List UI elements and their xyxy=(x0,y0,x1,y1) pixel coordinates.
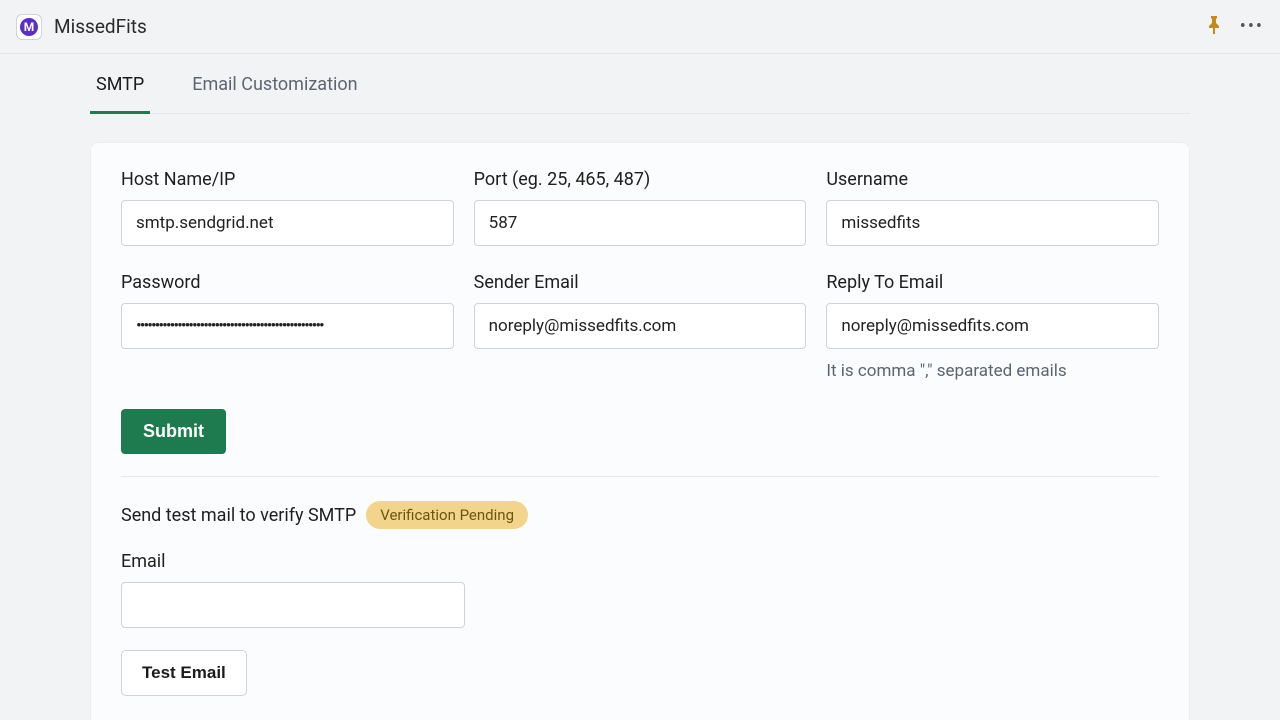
submit-row: Submit xyxy=(121,409,1159,454)
field-test-email: Email xyxy=(121,551,465,628)
input-sender-email[interactable] xyxy=(474,303,807,349)
label-username: Username xyxy=(826,169,1159,190)
input-password[interactable] xyxy=(121,303,454,349)
field-port: Port (eg. 25, 465, 487) xyxy=(474,169,807,246)
helper-reply-to: It is comma "," separated emails xyxy=(826,361,1159,381)
app-logo: M xyxy=(16,14,42,40)
tabs: SMTP Email Customization xyxy=(90,54,1190,114)
input-test-email[interactable] xyxy=(121,582,465,628)
tab-email-customization[interactable]: Email Customization xyxy=(186,60,363,114)
verify-row: Send test mail to verify SMTP Verificati… xyxy=(121,501,1159,529)
label-reply-to: Reply To Email xyxy=(826,272,1159,293)
page: SMTP Email Customization Host Name/IP Po… xyxy=(0,54,1280,720)
smtp-form: Host Name/IP Port (eg. 25, 465, 487) Use… xyxy=(121,169,1159,381)
brand: M MissedFits xyxy=(16,14,147,40)
label-password: Password xyxy=(121,272,454,293)
app-title: MissedFits xyxy=(54,15,147,38)
input-username[interactable] xyxy=(826,200,1159,246)
input-reply-to[interactable] xyxy=(826,303,1159,349)
field-username: Username xyxy=(826,169,1159,246)
label-port: Port (eg. 25, 465, 487) xyxy=(474,169,807,190)
topbar: M MissedFits ••• xyxy=(0,0,1280,54)
input-port[interactable] xyxy=(474,200,807,246)
field-host: Host Name/IP xyxy=(121,169,454,246)
label-test-email: Email xyxy=(121,551,465,572)
field-password: Password xyxy=(121,272,454,381)
test-section: Email Test Email xyxy=(121,551,1159,696)
pin-icon[interactable] xyxy=(1206,16,1222,38)
divider xyxy=(121,476,1159,477)
more-icon[interactable]: ••• xyxy=(1240,16,1264,37)
label-sender-email: Sender Email xyxy=(474,272,807,293)
settings-card: Host Name/IP Port (eg. 25, 465, 487) Use… xyxy=(90,142,1190,720)
verification-badge: Verification Pending xyxy=(366,501,528,529)
verify-text: Send test mail to verify SMTP xyxy=(121,505,356,526)
test-email-button[interactable]: Test Email xyxy=(121,650,247,696)
topbar-actions: ••• xyxy=(1206,16,1264,38)
field-sender-email: Sender Email xyxy=(474,272,807,381)
input-host[interactable] xyxy=(121,200,454,246)
field-reply-to: Reply To Email It is comma "," separated… xyxy=(826,272,1159,381)
label-host: Host Name/IP xyxy=(121,169,454,190)
app-logo-letter: M xyxy=(20,18,38,36)
submit-button[interactable]: Submit xyxy=(121,409,226,454)
tab-smtp[interactable]: SMTP xyxy=(90,60,150,114)
